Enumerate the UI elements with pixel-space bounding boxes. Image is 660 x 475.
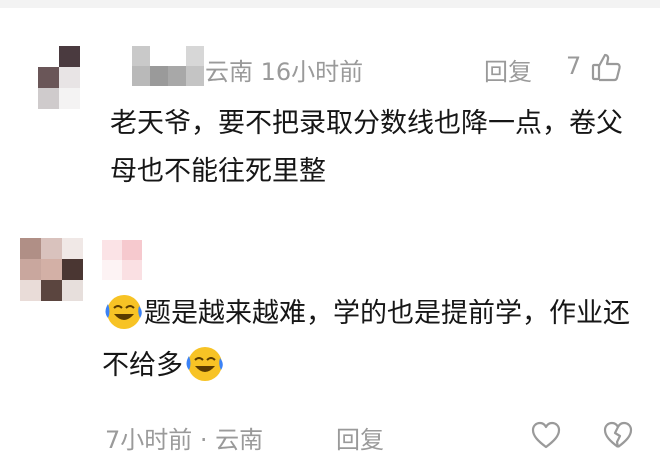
thumbs-up-icon[interactable] bbox=[590, 52, 622, 82]
face-with-tears-of-joy-icon bbox=[186, 347, 223, 381]
username-blurred[interactable] bbox=[102, 240, 142, 280]
previous-comment-edge bbox=[0, 0, 660, 8]
reply-button[interactable]: 回复 bbox=[484, 52, 532, 87]
comment-text: 老天爷，要不把录取分数线也降一点，卷父母也不能往死里整 bbox=[110, 108, 623, 187]
broken-heart-icon[interactable] bbox=[602, 420, 634, 450]
reply-button[interactable]: 回复 bbox=[336, 420, 384, 455]
face-with-tears-of-joy-icon bbox=[105, 295, 142, 329]
avatar[interactable] bbox=[20, 238, 83, 301]
comment-location-time: 云南 16小时前 bbox=[205, 58, 364, 86]
heart-icon[interactable] bbox=[530, 420, 562, 450]
comment-text: 题是越来越难，学的也是提前学，作业还不给多 bbox=[102, 288, 642, 392]
comment-text-body: 题是越来越难，学的也是提前学，作业还不给多 bbox=[102, 298, 630, 381]
like-count: 7 bbox=[566, 52, 582, 80]
comment-time-location: 7小时前 · 云南 bbox=[105, 426, 264, 454]
avatar[interactable] bbox=[38, 46, 80, 109]
